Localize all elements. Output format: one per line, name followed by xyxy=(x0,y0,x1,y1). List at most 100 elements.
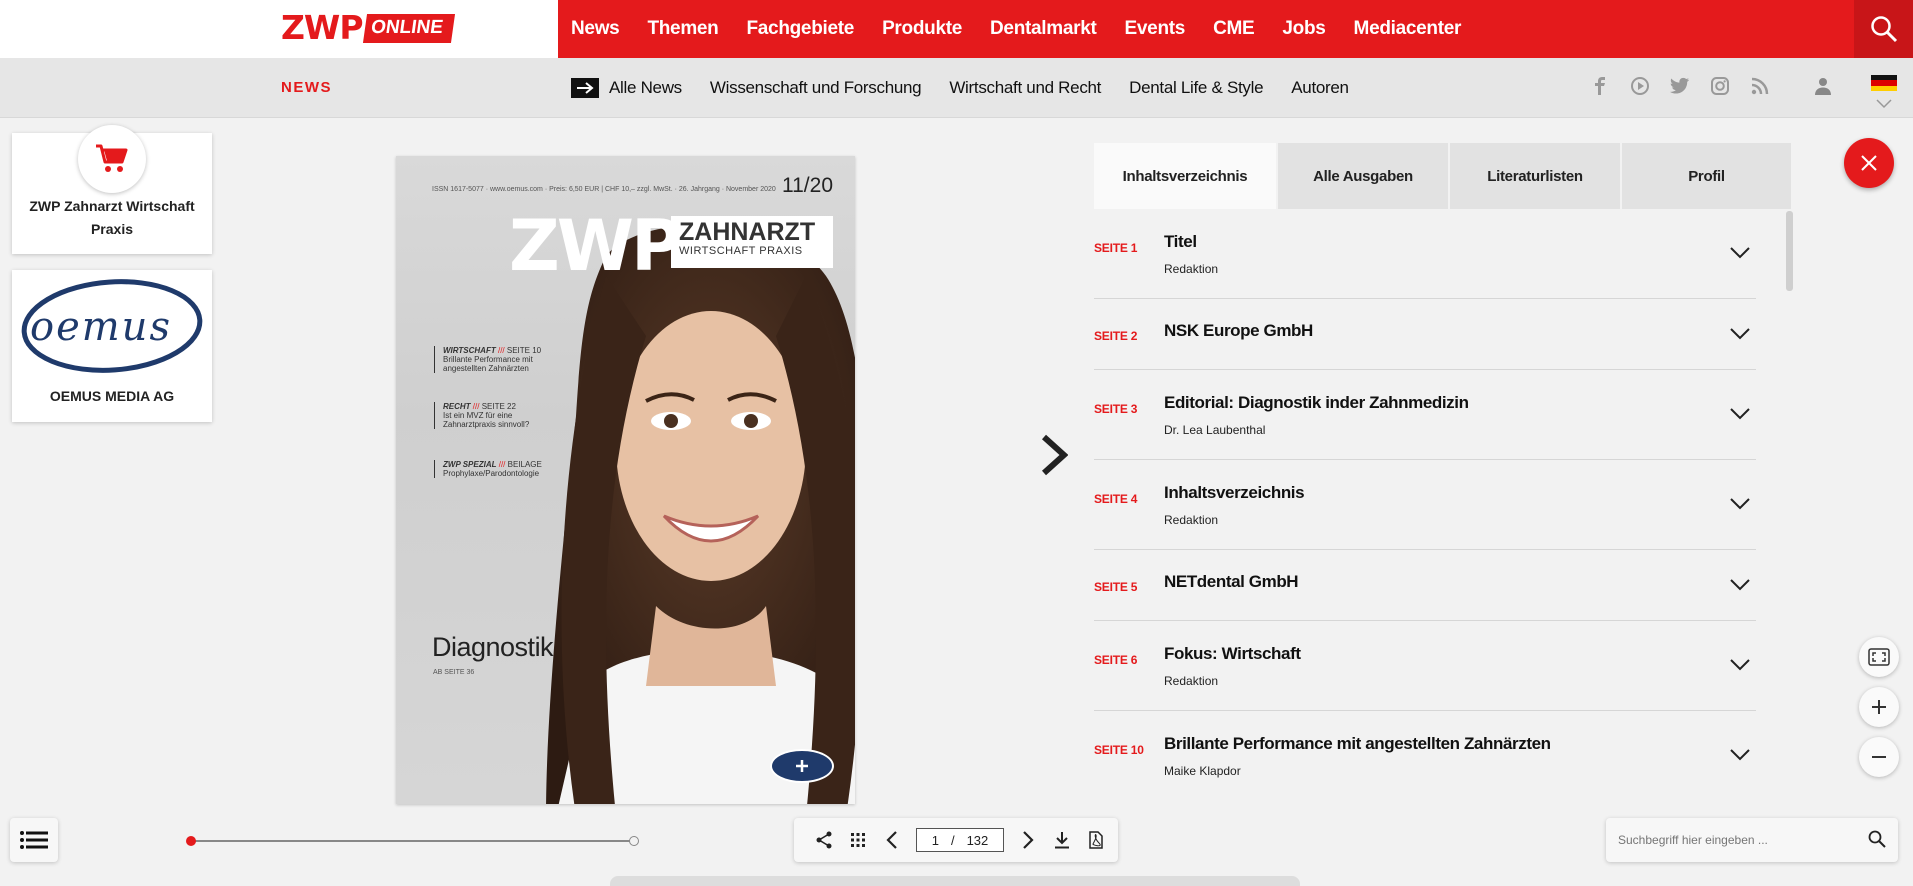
nav-jobs[interactable]: Jobs xyxy=(1282,18,1325,40)
toc-author: Redaktion xyxy=(1164,262,1219,276)
logo-badge: ONLINE xyxy=(362,13,455,43)
toc-title: Inhaltsverzeichnis xyxy=(1164,483,1305,502)
cover-brand-box: ZAHNARZT WIRTSCHAFT PRAXIS xyxy=(671,216,833,268)
nav-events[interactable]: Events xyxy=(1125,18,1186,40)
toc-scrollbar[interactable] xyxy=(1786,211,1793,291)
zwp-online-logo[interactable]: ZWP ONLINE xyxy=(281,11,455,44)
secondary-navigation-bar: NEWS Alle News Wissenschaft und Forschun… xyxy=(0,58,1913,118)
cover-meta: ISSN 1617-5077 · www.oemus.com · Preis: … xyxy=(432,186,776,193)
all-news-label: Alle News xyxy=(609,78,682,97)
toc-item[interactable]: SEITE 2 NSK Europe GmbH xyxy=(1094,299,1756,370)
chevron-down-icon[interactable] xyxy=(1730,328,1750,340)
download-icon[interactable] xyxy=(1052,830,1072,850)
publication-card-zwp[interactable]: ZWP Zahnarzt Wirtschaft Praxis xyxy=(12,125,212,254)
toc-page: SEITE 3 xyxy=(1094,402,1138,416)
cover-portrait-image xyxy=(546,224,855,804)
nav-news[interactable]: News xyxy=(571,18,620,40)
toc-item[interactable]: SEITE 3 Editorial: Diagnostik inder Zahn… xyxy=(1094,370,1756,460)
german-flag-icon[interactable] xyxy=(1871,75,1897,91)
current-page: 1 xyxy=(931,832,939,848)
rss-icon[interactable] xyxy=(1750,76,1770,96)
plus-icon xyxy=(796,760,808,772)
user-account-icon[interactable] xyxy=(1814,77,1832,100)
nav-themen[interactable]: Themen xyxy=(647,18,718,40)
subnav-dental-life[interactable]: Dental Life & Style xyxy=(1129,78,1263,98)
teaser-page: SEITE 22 xyxy=(481,402,516,411)
subnav-autoren[interactable]: Autoren xyxy=(1291,78,1349,98)
nav-fachgebiete[interactable]: Fachgebiete xyxy=(746,18,854,40)
section-label: NEWS xyxy=(281,79,332,96)
tab-alle-ausgaben[interactable]: Alle Ausgaben xyxy=(1278,143,1450,209)
publisher-card-oemus[interactable]: oemus OEMUS MEDIA AG xyxy=(12,270,212,422)
top-navigation-bar: ZWP ONLINE News Themen Fachgebiete Produ… xyxy=(0,0,1913,58)
subnav-wissenschaft[interactable]: Wissenschaft und Forschung xyxy=(710,78,922,98)
header-search-button[interactable] xyxy=(1854,0,1913,58)
teaser-head: RECHT xyxy=(443,402,471,411)
toc-item[interactable]: SEITE 6 Fokus: Wirtschaft Redaktion xyxy=(1094,621,1756,711)
document-search-input[interactable] xyxy=(1618,828,1848,852)
toc-page: SEITE 10 xyxy=(1094,743,1144,757)
toc-item[interactable]: SEITE 4 Inhaltsverzeichnis Redaktion xyxy=(1094,460,1756,550)
page-number-field[interactable]: 1 / 132 xyxy=(916,828,1004,852)
toc-page: SEITE 5 xyxy=(1094,580,1138,594)
toc-author: Maike Klapdor xyxy=(1164,764,1241,778)
teaser-sep: /// xyxy=(498,460,506,469)
teaser-text: Ist ein MVZ für eine Zahnarztpraxis sinn… xyxy=(443,411,530,429)
cover-brand-line2: WIRTSCHAFT PRAXIS xyxy=(679,245,803,257)
toc-toggle-button[interactable] xyxy=(10,818,58,862)
subnav-wirtschaft[interactable]: Wirtschaft und Recht xyxy=(949,78,1101,98)
toc-item[interactable]: SEITE 1 Titel Redaktion xyxy=(1094,209,1756,299)
next-page-chevron-right-icon[interactable] xyxy=(1018,830,1038,850)
youtube-icon[interactable] xyxy=(1630,76,1650,96)
cover-teaser: WIRTSCHAFT /// SEITE 10 Brillante Perfor… xyxy=(434,346,554,373)
next-page-arrow-icon[interactable] xyxy=(1040,433,1069,482)
total-pages: 132 xyxy=(966,832,989,848)
fullscreen-button[interactable] xyxy=(1859,637,1899,677)
page-slider[interactable] xyxy=(186,836,639,846)
pdf-icon[interactable] xyxy=(1086,830,1106,850)
nav-cme[interactable]: CME xyxy=(1213,18,1255,40)
tab-literaturlisten[interactable]: Literaturlisten xyxy=(1450,143,1622,209)
chevron-down-icon[interactable] xyxy=(1730,408,1750,420)
search-icon[interactable] xyxy=(1868,830,1886,848)
page-navigator: 1 / 132 xyxy=(794,818,1118,862)
share-icon[interactable] xyxy=(814,830,834,850)
toc-author: Dr. Lea Laubenthal xyxy=(1164,423,1266,437)
toc-item[interactable]: SEITE 10 Brillante Performance mit anges… xyxy=(1094,711,1756,799)
nav-mediacenter[interactable]: Mediacenter xyxy=(1354,18,1462,40)
tab-inhaltsverzeichnis[interactable]: Inhaltsverzeichnis xyxy=(1094,143,1278,209)
cover-teaser: RECHT /// SEITE 22 Ist ein MVZ für eine … xyxy=(434,402,554,429)
page-preview-strip xyxy=(610,876,1300,886)
close-panel-button[interactable] xyxy=(1844,138,1894,188)
cover-zoom-badge[interactable] xyxy=(770,749,834,783)
twitter-icon[interactable] xyxy=(1670,76,1690,96)
zoom-in-button[interactable] xyxy=(1859,687,1899,727)
chevron-down-icon[interactable] xyxy=(1730,247,1750,259)
chevron-down-icon[interactable] xyxy=(1730,579,1750,591)
panel-tabs: Inhaltsverzeichnis Alle Ausgaben Literat… xyxy=(1094,143,1791,209)
instagram-icon[interactable] xyxy=(1710,76,1730,96)
nav-dentalmarkt[interactable]: Dentalmarkt xyxy=(990,18,1097,40)
all-news-link[interactable]: Alle News xyxy=(571,78,682,98)
chevron-down-icon[interactable] xyxy=(1730,659,1750,671)
toc-author: Redaktion xyxy=(1164,674,1219,688)
plus-icon xyxy=(1872,700,1886,714)
previous-page-chevron-left-icon[interactable] xyxy=(882,830,902,850)
nav-produkte[interactable]: Produkte xyxy=(882,18,962,40)
toc-page: SEITE 2 xyxy=(1094,329,1138,343)
magazine-cover[interactable]: ISSN 1617-5077 · www.oemus.com · Preis: … xyxy=(396,156,855,804)
language-chevron-down-icon[interactable] xyxy=(1876,96,1892,114)
zoom-out-button[interactable] xyxy=(1859,737,1899,777)
tab-profil[interactable]: Profil xyxy=(1622,143,1791,209)
chevron-down-icon[interactable] xyxy=(1730,749,1750,761)
cover-topic: Diagnostik xyxy=(432,632,554,662)
shop-button[interactable] xyxy=(78,125,146,193)
grid-icon[interactable] xyxy=(848,830,868,850)
page-slider-handle[interactable] xyxy=(186,836,196,846)
chevron-down-icon[interactable] xyxy=(1730,498,1750,510)
facebook-icon[interactable] xyxy=(1590,76,1610,96)
document-search-box xyxy=(1606,818,1898,862)
toc-item[interactable]: SEITE 5 NETdental GmbH xyxy=(1094,550,1756,621)
publication-card-label: ZWP Zahnarzt Wirtschaft Praxis xyxy=(29,198,195,237)
secondary-nav: Alle News Wissenschaft und Forschung Wir… xyxy=(571,58,1349,118)
